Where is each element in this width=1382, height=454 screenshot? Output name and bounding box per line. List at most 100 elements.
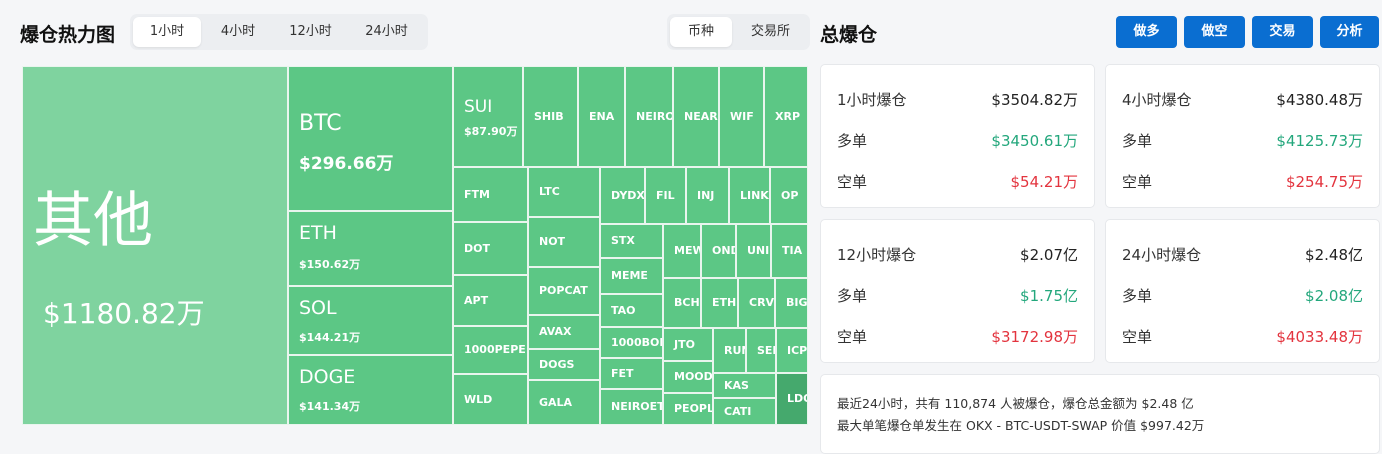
card-24h: 24小时爆仓 $2.48亿 多单 $2.08亿 空单 $4033.48万 bbox=[1105, 219, 1380, 363]
tile-btc[interactable]: BTC $296.66万 bbox=[288, 66, 453, 211]
tile-name: GALA bbox=[539, 396, 573, 409]
tile-other[interactable]: 其他 $1180.82万 bbox=[22, 66, 288, 425]
tile-dot[interactable]: DOT bbox=[453, 222, 528, 275]
tile-wif[interactable]: WIF bbox=[719, 66, 764, 167]
tile-value: $296.66万 bbox=[299, 154, 394, 174]
tile-ethfi[interactable]: ETHFI bbox=[701, 278, 738, 328]
tile-sei[interactable]: SEI bbox=[746, 328, 776, 373]
long-value: $2.08亿 bbox=[1305, 287, 1363, 305]
tile-dogs[interactable]: DOGS bbox=[528, 349, 600, 380]
tile-name: BCH bbox=[674, 296, 700, 309]
tile-tao[interactable]: TAO bbox=[600, 294, 663, 327]
tile-apt[interactable]: APT bbox=[453, 275, 528, 326]
tile-gala[interactable]: GALA bbox=[528, 380, 600, 425]
long-button[interactable]: 做多 bbox=[1116, 16, 1177, 48]
tile-wld[interactable]: WLD bbox=[453, 374, 528, 425]
tile-meme[interactable]: MEME bbox=[600, 258, 663, 294]
tile-link[interactable]: LINK bbox=[729, 167, 770, 224]
tile-kas[interactable]: KAS bbox=[713, 373, 776, 398]
total-value: $2.48亿 bbox=[1305, 246, 1363, 264]
tile-eth[interactable]: ETH $150.62万 bbox=[288, 211, 453, 286]
tile-op[interactable]: OP bbox=[770, 167, 808, 224]
tile-name: MEW bbox=[674, 244, 700, 257]
analysis-button[interactable]: 分析 bbox=[1320, 16, 1379, 48]
tile-near[interactable]: NEAR bbox=[673, 66, 719, 167]
tile-name: NEIRO bbox=[636, 110, 673, 123]
tile-name: DOT bbox=[464, 242, 490, 255]
summary-card: 最近24小时，共有 110,874 人被爆仓，爆仓总金额为 $2.48 亿 最大… bbox=[820, 374, 1380, 454]
tile-1000bonk[interactable]: 1000BONK bbox=[600, 327, 663, 358]
tile-name: BIGTIME bbox=[786, 296, 808, 309]
tile-neiroeth[interactable]: NEIROETH bbox=[600, 389, 663, 425]
tile-value: $144.21万 bbox=[299, 331, 361, 344]
tile-name: FTM bbox=[464, 188, 490, 201]
trade-button[interactable]: 交易 bbox=[1252, 16, 1313, 48]
tile-bigtime[interactable]: BIGTIME bbox=[775, 278, 808, 328]
short-value: $254.75万 bbox=[1285, 173, 1363, 191]
tile-bch[interactable]: BCH bbox=[663, 278, 701, 328]
group-exchange-tab[interactable]: 交易所 bbox=[734, 17, 807, 47]
tile-name: SHIB bbox=[534, 110, 564, 123]
tile-name: MEME bbox=[611, 269, 648, 282]
tile-name: JTO bbox=[674, 338, 695, 351]
tile-name: RUNE bbox=[724, 344, 745, 357]
tile-sui[interactable]: SUI $87.90万 bbox=[453, 66, 523, 167]
tile-moodeng[interactable]: MOODENG bbox=[663, 361, 713, 393]
tile-ltc[interactable]: LTC bbox=[528, 167, 600, 217]
tile-name: CATI bbox=[724, 405, 752, 418]
tile-shib[interactable]: SHIB bbox=[523, 66, 578, 167]
card-1h: 1小时爆仓 $3504.82万 多单 $3450.61万 空单 $54.21万 bbox=[820, 64, 1095, 208]
tile-icp[interactable]: ICP bbox=[776, 328, 808, 373]
tile-name: PEOPLE bbox=[674, 402, 712, 415]
timeframe-4h-tab[interactable]: 4小时 bbox=[203, 17, 273, 47]
tile-popcat[interactable]: POPCAT bbox=[528, 267, 600, 315]
tile-xrp[interactable]: XRP bbox=[764, 66, 808, 167]
tile-uni[interactable]: UNI bbox=[736, 224, 771, 278]
timeframe-toggle: 1小时 4小时 12小时 24小时 bbox=[130, 14, 428, 50]
tile-name: OP bbox=[781, 189, 799, 202]
tile-crv[interactable]: CRV bbox=[738, 278, 775, 328]
tile-inj[interactable]: INJ bbox=[686, 167, 729, 224]
tile-ftm[interactable]: FTM bbox=[453, 167, 528, 222]
short-button[interactable]: 做空 bbox=[1184, 16, 1245, 48]
tile-name: KAS bbox=[724, 379, 749, 392]
card-title: 1小时爆仓 bbox=[837, 91, 907, 109]
tile-neiro[interactable]: NEIRO bbox=[625, 66, 673, 167]
tile-jto[interactable]: JTO bbox=[663, 328, 713, 361]
tile-sol[interactable]: SOL $144.21万 bbox=[288, 286, 453, 355]
long-label: 多单 bbox=[837, 287, 868, 305]
tile-fet[interactable]: FET bbox=[600, 358, 663, 389]
timeframe-1h-tab[interactable]: 1小时 bbox=[133, 17, 201, 47]
total-value: $3504.82万 bbox=[991, 91, 1078, 109]
tile-fil[interactable]: FIL bbox=[645, 167, 686, 224]
summary-line-1: 最近24小时，共有 110,874 人被爆仓，爆仓总金额为 $2.48 亿 bbox=[837, 396, 1194, 411]
tile-name: 其他 bbox=[33, 186, 153, 256]
tile-1000pepe[interactable]: 1000PEPE bbox=[453, 326, 528, 374]
summary-line-2: 最大单笔爆仓单发生在 OKX - BTC-USDT-SWAP 价值 $997.4… bbox=[837, 418, 1205, 433]
timeframe-12h-tab[interactable]: 12小时 bbox=[273, 17, 348, 47]
tile-doge[interactable]: DOGE $141.34万 bbox=[288, 355, 453, 425]
tile-name: DYDX bbox=[611, 189, 645, 202]
tile-mew[interactable]: MEW bbox=[663, 224, 701, 278]
timeframe-24h-tab[interactable]: 24小时 bbox=[348, 17, 425, 47]
tile-tia[interactable]: TIA bbox=[771, 224, 808, 278]
tile-ena[interactable]: ENA bbox=[578, 66, 625, 167]
tile-people[interactable]: PEOPLE bbox=[663, 393, 713, 425]
tile-name: CRV bbox=[749, 296, 775, 309]
tile-rune[interactable]: RUNE bbox=[713, 328, 746, 373]
tile-not[interactable]: NOT bbox=[528, 217, 600, 267]
long-label: 多单 bbox=[1122, 287, 1153, 305]
short-label: 空单 bbox=[837, 173, 868, 191]
tile-ldo[interactable]: LDO bbox=[776, 373, 808, 425]
card-title: 12小时爆仓 bbox=[837, 246, 917, 264]
tile-stx[interactable]: STX bbox=[600, 224, 663, 258]
tile-dydx[interactable]: DYDX bbox=[600, 167, 645, 224]
tile-ondo[interactable]: ONDO bbox=[701, 224, 736, 278]
card-title: 4小时爆仓 bbox=[1122, 91, 1192, 109]
tile-name: SOL bbox=[299, 297, 337, 319]
tile-name: WIF bbox=[730, 110, 754, 123]
tile-cati[interactable]: CATI bbox=[713, 398, 776, 425]
group-coin-tab[interactable]: 币种 bbox=[670, 17, 732, 47]
tile-name: MOODENG bbox=[674, 370, 713, 383]
tile-avax[interactable]: AVAX bbox=[528, 315, 600, 349]
